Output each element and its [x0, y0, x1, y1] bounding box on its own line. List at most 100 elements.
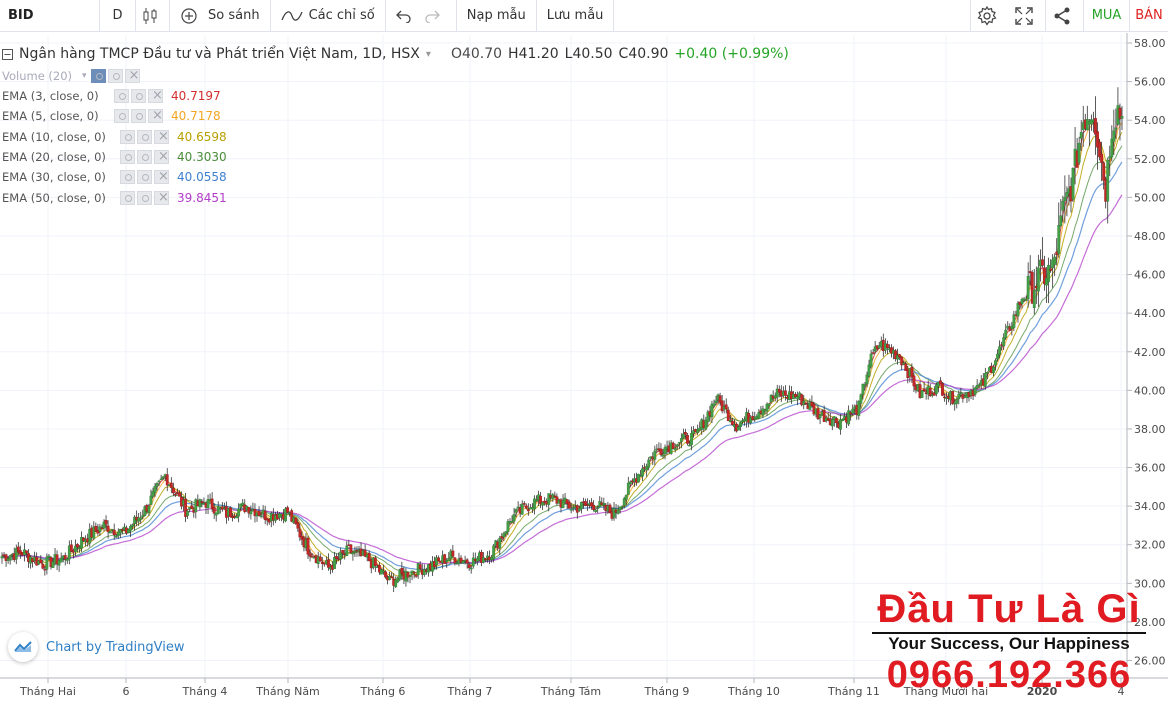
gear-icon[interactable] — [131, 109, 146, 123]
buy-button[interactable]: MUA — [1084, 0, 1130, 32]
candle-body — [263, 510, 267, 520]
x-tick-label: Tháng 10 — [727, 685, 780, 698]
candle-body — [1079, 132, 1083, 139]
gear-icon[interactable] — [137, 191, 152, 205]
candle-body — [1024, 299, 1028, 301]
interval-button[interactable]: D — [100, 0, 136, 32]
candle-body — [624, 494, 628, 500]
settings-button[interactable] — [970, 0, 1008, 32]
candle-body — [390, 576, 394, 579]
candle-body — [851, 408, 855, 414]
candle-body — [688, 444, 691, 447]
fullscreen-button[interactable] — [1008, 0, 1046, 32]
x-tick-label: Tháng 9 — [644, 685, 690, 698]
x-tick-label: Tháng Năm — [255, 685, 320, 698]
study-ema-30[interactable]: EMA (30, close, 0) 40.0558 — [2, 170, 227, 184]
candle-body — [686, 435, 689, 444]
collapse-icon[interactable] — [2, 48, 13, 60]
candle-body — [596, 507, 600, 509]
gear-icon[interactable] — [131, 89, 146, 103]
redo-icon[interactable] — [424, 9, 440, 23]
candle-body — [569, 509, 573, 511]
close-icon[interactable] — [154, 191, 169, 205]
gear-icon[interactable] — [137, 170, 152, 184]
gear-icon[interactable] — [137, 130, 152, 144]
y-tick-label: 40.00 — [1134, 384, 1166, 397]
study-buttons — [120, 191, 169, 205]
gear-icon[interactable] — [137, 150, 152, 164]
close-icon[interactable] — [154, 170, 169, 184]
candle-body — [994, 360, 997, 366]
candle-body — [626, 482, 630, 495]
candle-body — [149, 495, 153, 505]
study-ema-10[interactable]: EMA (10, close, 0) 40.6598 — [2, 130, 227, 144]
candle-body — [147, 505, 151, 513]
tradingview-badge[interactable]: Chart by TradingView — [8, 632, 184, 662]
candle-body — [690, 432, 693, 445]
candle-body — [616, 510, 620, 514]
symbol-search[interactable]: BID — [0, 0, 100, 32]
close-icon[interactable] — [154, 130, 169, 144]
candle-body — [174, 493, 177, 496]
load-layout-button[interactable]: Nạp mẫu — [457, 0, 537, 32]
eye-icon[interactable] — [120, 150, 135, 164]
candle-body — [641, 468, 644, 477]
gear-icon[interactable] — [107, 69, 123, 83]
sell-button[interactable]: BÁN — [1130, 0, 1168, 32]
candle-body — [1049, 269, 1052, 271]
y-tick-label: 38.00 — [1134, 423, 1166, 436]
candle-body — [863, 384, 867, 386]
candle-body — [1102, 162, 1106, 181]
candle-body — [1026, 275, 1030, 299]
candle-body — [237, 508, 241, 517]
eye-icon[interactable] — [90, 69, 106, 83]
close-icon[interactable] — [148, 89, 163, 103]
eye-icon[interactable] — [114, 89, 129, 103]
eye-icon[interactable] — [120, 130, 135, 144]
undo-icon[interactable] — [395, 9, 412, 23]
candle-body — [653, 450, 657, 460]
study-volume[interactable]: Volume (20) ▾ — [2, 69, 148, 83]
candle-body — [1065, 192, 1069, 197]
share-button[interactable] — [1046, 0, 1084, 32]
save-layout-button[interactable]: Lưu mẫu — [537, 0, 615, 32]
candle-body — [59, 557, 63, 563]
study-ema-50[interactable]: EMA (50, close, 0) 39.8451 — [2, 191, 227, 205]
eye-icon[interactable] — [120, 191, 135, 205]
candle-body — [985, 371, 989, 374]
symbol-title: Ngân hàng TMCP Đầu tư và Phát triển Việt… — [19, 46, 420, 62]
y-tick-label: 50.00 — [1134, 191, 1166, 204]
candle-body — [1016, 303, 1020, 317]
candle-body — [112, 529, 116, 536]
indicators-button[interactable]: Các chỉ số — [271, 0, 386, 32]
close-icon[interactable] — [148, 109, 163, 123]
candle-body — [212, 506, 216, 514]
candle-body — [1100, 154, 1103, 163]
chart-type-button[interactable] — [136, 0, 170, 32]
candle-body — [206, 499, 210, 509]
study-ema-20[interactable]: EMA (20, close, 0) 40.3030 — [2, 150, 227, 164]
candle-body — [679, 438, 683, 442]
candle-body — [318, 556, 322, 562]
candle-body — [1057, 225, 1061, 254]
close-icon[interactable] — [124, 69, 140, 83]
candle-body — [469, 567, 473, 570]
candle-body — [1012, 314, 1016, 328]
candle-body — [200, 501, 204, 503]
eye-icon[interactable] — [120, 170, 135, 184]
study-ema-5[interactable]: EMA (5, close, 0) 40.7178 — [2, 109, 221, 123]
candle-body — [739, 422, 742, 428]
candle-body — [229, 507, 232, 517]
compare-button[interactable]: So sánh — [170, 0, 271, 32]
candle-body — [286, 507, 290, 513]
study-ema-3[interactable]: EMA (3, close, 0) 40.7197 — [2, 89, 221, 103]
y-tick-label: 42.00 — [1134, 346, 1166, 359]
candle-body — [198, 499, 202, 508]
close-icon[interactable] — [154, 150, 169, 164]
eye-icon[interactable] — [114, 109, 129, 123]
study-dropdown-icon[interactable]: ▾ — [82, 71, 87, 81]
candle-body — [857, 401, 861, 416]
legend-dropdown-icon[interactable]: ▾ — [426, 49, 431, 60]
candle-body — [714, 400, 718, 403]
candle-body — [186, 510, 190, 516]
